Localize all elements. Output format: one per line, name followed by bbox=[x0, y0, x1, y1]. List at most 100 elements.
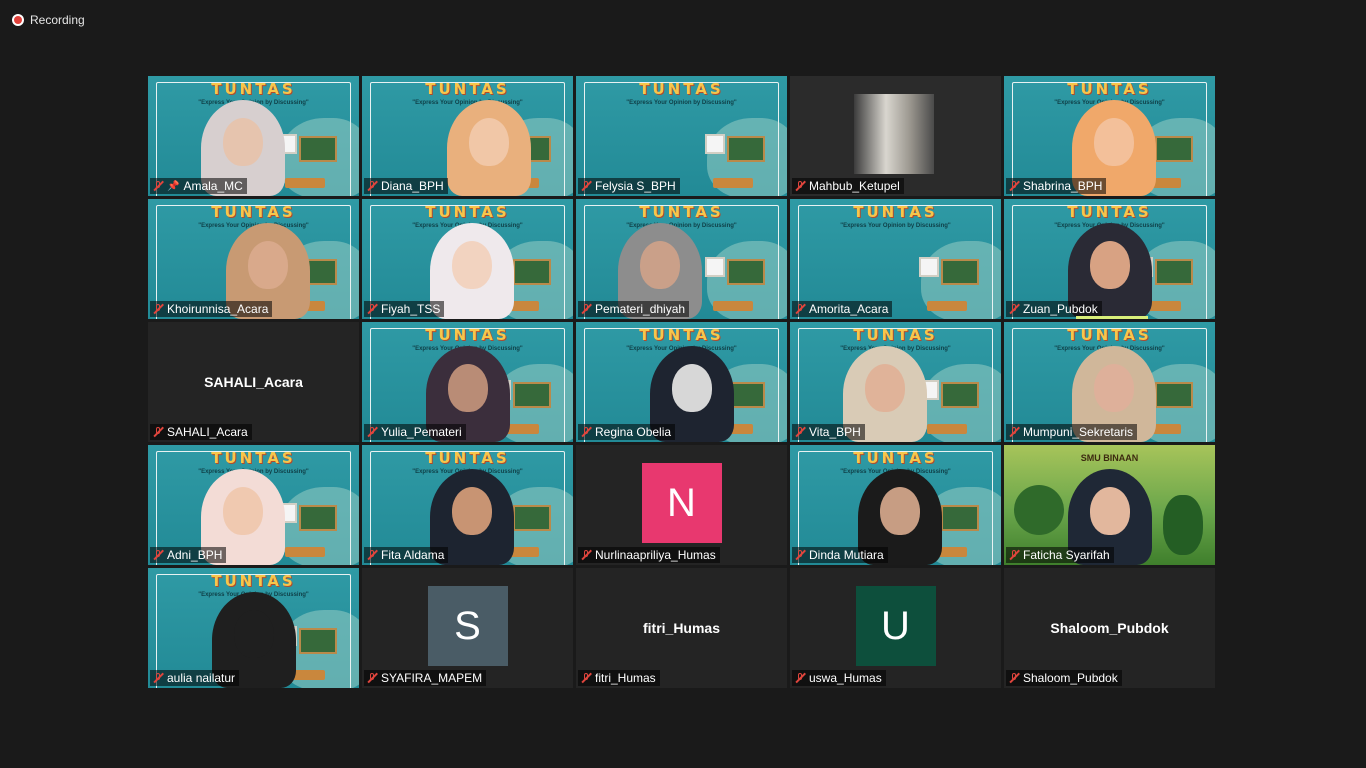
muted-mic-icon bbox=[581, 672, 591, 684]
participant-tile[interactable]: TUNTAS"Express Your Opinion by Discussin… bbox=[148, 445, 359, 565]
participant-tile[interactable]: fitri_Humas fitri_Humas bbox=[576, 568, 787, 688]
recording-indicator[interactable]: Recording bbox=[12, 12, 85, 28]
participant-name: Vita_BPH bbox=[809, 425, 861, 439]
muted-mic-icon bbox=[367, 426, 377, 438]
participant-name-label: Nurlinaapriliya_Humas bbox=[578, 547, 720, 563]
muted-mic-icon bbox=[153, 672, 163, 684]
participant-name-label: Shaloom_Pubdok bbox=[1006, 670, 1122, 686]
participant-name-label: fitri_Humas bbox=[578, 670, 660, 686]
participant-name-label: Pemateri_dhiyah bbox=[578, 301, 690, 317]
participant-video bbox=[446, 100, 531, 196]
muted-mic-icon bbox=[367, 303, 377, 315]
muted-mic-icon bbox=[153, 303, 163, 315]
participant-tile[interactable]: S SYAFIRA_MAPEM bbox=[362, 568, 573, 688]
participant-tile[interactable]: TUNTAS"Express Your Opinion by Discussin… bbox=[362, 445, 573, 565]
participant-tile[interactable]: TUNTAS"Express Your Opinion by Discussin… bbox=[148, 199, 359, 319]
background-title: TUNTAS bbox=[211, 80, 296, 98]
participant-tile[interactable]: TUNTAS"Express Your Opinion by Discussin… bbox=[576, 199, 787, 319]
participant-tile[interactable]: Shaloom_Pubdok Shaloom_Pubdok bbox=[1004, 568, 1215, 688]
participant-display-name: Shaloom_Pubdok bbox=[1050, 620, 1169, 636]
muted-mic-icon bbox=[1009, 303, 1019, 315]
participant-name: fitri_Humas bbox=[595, 671, 656, 685]
background-subtitle: "Express Your Opinion by Discussing" bbox=[840, 223, 951, 229]
participant-name: Dinda Mutiara bbox=[809, 548, 884, 562]
background-title: TUNTAS bbox=[1067, 326, 1152, 344]
participant-name: aulia nailatur bbox=[167, 671, 236, 685]
participant-name: SAHALI_Acara bbox=[167, 425, 248, 439]
avatar: N bbox=[641, 463, 722, 543]
background-title: TUNTAS bbox=[425, 203, 510, 221]
participant-name: Faticha Syarifah bbox=[1023, 548, 1110, 562]
muted-mic-icon bbox=[795, 180, 805, 192]
background-title: TUNTAS bbox=[853, 326, 938, 344]
background-title: TUNTAS bbox=[1067, 203, 1152, 221]
participant-name-label: 📌 Amala_MC bbox=[150, 178, 247, 194]
participant-name: Mahbub_Ketupel bbox=[809, 179, 900, 193]
background-subtitle: "Express Your Opinion by Discussing" bbox=[626, 100, 737, 106]
participant-display-name: fitri_Humas bbox=[642, 620, 721, 636]
participant-name-label: Zuan_Pubdok bbox=[1006, 301, 1102, 317]
participant-name-label: Yulia_Pemateri bbox=[364, 424, 466, 440]
participant-name: Felysia S_BPH bbox=[595, 179, 676, 193]
participant-tile[interactable]: TUNTAS"Express Your Opinion by Discussin… bbox=[362, 322, 573, 442]
recording-icon bbox=[12, 14, 24, 26]
participant-tile[interactable]: TUNTAS"Express Your Opinion by Discussin… bbox=[148, 568, 359, 688]
participant-tile[interactable]: TUNTAS"Express Your Opinion by Discussin… bbox=[362, 76, 573, 196]
muted-mic-icon bbox=[153, 426, 163, 438]
avatar: S bbox=[427, 586, 508, 666]
muted-mic-icon bbox=[1009, 672, 1019, 684]
participant-name: Zuan_Pubdok bbox=[1023, 302, 1098, 316]
participant-tile[interactable]: TUNTAS"Express Your Opinion by Discussin… bbox=[148, 76, 359, 196]
participant-tile[interactable]: TUNTAS"Express Your Opinion by Discussin… bbox=[576, 76, 787, 196]
participant-name-label: SAHALI_Acara bbox=[150, 424, 252, 440]
background-title: SMU BINAAN bbox=[1080, 453, 1139, 463]
participant-tile[interactable]: TUNTAS"Express Your Opinion by Discussin… bbox=[1004, 76, 1215, 196]
participant-name-label: Amorita_Acara bbox=[792, 301, 893, 317]
participant-name: Diana_BPH bbox=[381, 179, 444, 193]
participant-name-label: Vita_BPH bbox=[792, 424, 865, 440]
participant-tile[interactable]: TUNTAS"Express Your Opinion by Discussin… bbox=[1004, 322, 1215, 442]
participant-tile[interactable]: Uuswa_Humas bbox=[790, 568, 1001, 688]
background-title: TUNTAS bbox=[853, 203, 938, 221]
muted-mic-icon bbox=[153, 180, 163, 192]
participant-name: Amorita_Acara bbox=[809, 302, 889, 316]
participant-name: Pemateri_dhiyah bbox=[595, 302, 686, 316]
background-title: TUNTAS bbox=[639, 203, 724, 221]
participant-tile[interactable]: TUNTAS"Express Your Opinion by Discussin… bbox=[790, 445, 1001, 565]
participant-name: uswa_Humas bbox=[809, 671, 882, 685]
muted-mic-icon bbox=[795, 426, 805, 438]
background-title: TUNTAS bbox=[425, 326, 510, 344]
speaking-indicator bbox=[1076, 316, 1148, 319]
participant-name: Regina Obelia bbox=[595, 425, 672, 439]
participant-tile[interactable]: Mahbub_Ketupel bbox=[790, 76, 1001, 196]
muted-mic-icon bbox=[581, 549, 591, 561]
muted-mic-icon bbox=[795, 549, 805, 561]
background-title: TUNTAS bbox=[1067, 80, 1152, 98]
background-title: TUNTAS bbox=[211, 449, 296, 467]
participant-name: SYAFIRA_MAPEM bbox=[381, 671, 483, 685]
participant-tile[interactable]: SMU BINAAN Faticha Syarifah bbox=[1004, 445, 1215, 565]
participant-name: Fiyah_TSS bbox=[381, 302, 441, 316]
participant-name-label: Adni_BPH bbox=[150, 547, 227, 563]
participant-tile[interactable]: TUNTAS"Express Your Opinion by Discussin… bbox=[576, 322, 787, 442]
muted-mic-icon bbox=[367, 549, 377, 561]
participant-name-label: Mumpuni_Sekretaris bbox=[1006, 424, 1138, 440]
participant-tile[interactable]: TUNTAS"Express Your Opinion by Discussin… bbox=[1004, 199, 1215, 319]
muted-mic-icon bbox=[1009, 180, 1019, 192]
muted-mic-icon bbox=[367, 672, 377, 684]
avatar: U bbox=[855, 586, 936, 666]
background-title: TUNTAS bbox=[425, 449, 510, 467]
participant-name-label: SYAFIRA_MAPEM bbox=[364, 670, 487, 686]
participant-tile[interactable]: TUNTAS"Express Your Opinion by Discussin… bbox=[790, 322, 1001, 442]
background-title: TUNTAS bbox=[211, 572, 296, 590]
muted-mic-icon bbox=[795, 672, 805, 684]
participant-tile[interactable]: SAHALI_Acara SAHALI_Acara bbox=[148, 322, 359, 442]
background-title: TUNTAS bbox=[853, 449, 938, 467]
participant-tile[interactable]: N Nurlinaapriliya_Humas bbox=[576, 445, 787, 565]
participant-tile[interactable]: TUNTAS "Express Your Opinion by Discussin… bbox=[790, 199, 1001, 319]
background-title: TUNTAS bbox=[639, 326, 724, 344]
participant-name: Mumpuni_Sekretaris bbox=[1023, 425, 1134, 439]
participant-name-label: Mahbub_Ketupel bbox=[792, 178, 904, 194]
participant-tile[interactable]: TUNTAS"Express Your Opinion by Discussin… bbox=[362, 199, 573, 319]
participant-name: Fita Aldama bbox=[381, 548, 445, 562]
